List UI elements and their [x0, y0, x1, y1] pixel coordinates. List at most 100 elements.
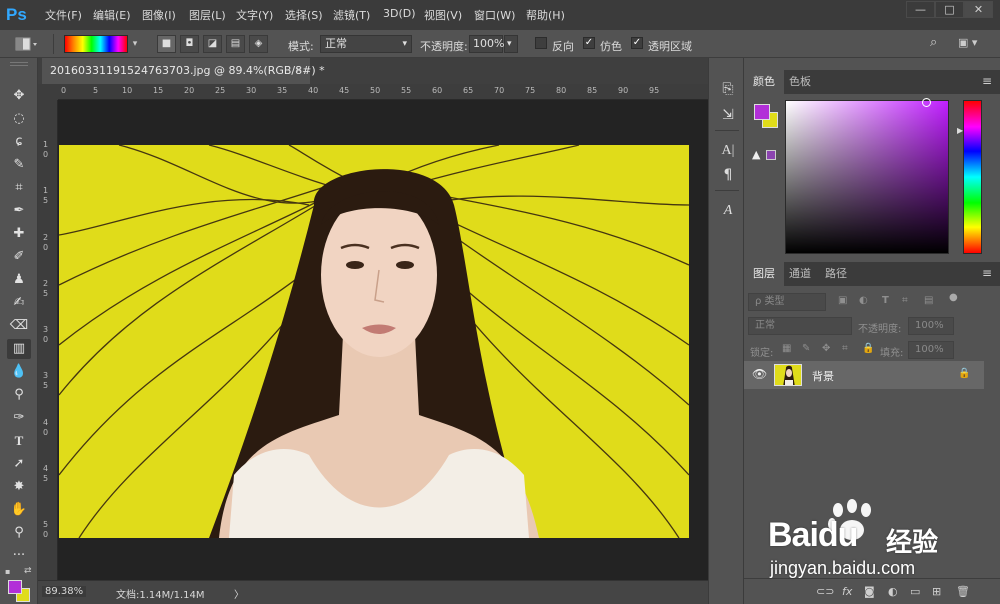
document-tab[interactable]: 20160331191524763703.jpg @ 89.4%(RGB/8#)…: [42, 58, 325, 84]
hand-tool-icon[interactable]: ✋: [7, 500, 31, 520]
color-picker-cursor[interactable]: [922, 98, 931, 107]
foreground-color-swatch[interactable]: [8, 580, 22, 594]
healing-brush-tool-icon[interactable]: ✚: [7, 224, 31, 244]
menu-window[interactable]: 窗口(W): [474, 7, 515, 23]
linear-gradient-button[interactable]: ■: [157, 35, 176, 53]
lock-artboard-icon[interactable]: ⌗: [842, 343, 848, 354]
tool-preset-picker[interactable]: [10, 34, 40, 54]
delete-layer-icon[interactable]: 🗑: [956, 585, 970, 598]
blend-mode-select[interactable]: 正常: [748, 317, 852, 335]
vertical-ruler[interactable]: 1 0 1 5 2 0 2 5 3 0 3 5 4 0 4 5 5 0: [38, 100, 58, 580]
more-tools-icon[interactable]: ···: [7, 546, 31, 566]
reverse-checkbox[interactable]: [535, 37, 547, 49]
mode-select[interactable]: 正常 ▾: [320, 35, 412, 53]
close-tab-icon[interactable]: ✕: [295, 58, 303, 84]
hue-slider-handle[interactable]: ▶: [957, 126, 963, 135]
filter-pixel-icon[interactable]: ▣: [838, 295, 847, 306]
panel-menu-icon[interactable]: ≡: [982, 266, 992, 280]
tab-swatches[interactable]: 色板: [780, 70, 820, 94]
zoom-level[interactable]: 89.38%: [42, 586, 87, 597]
eraser-tool-icon[interactable]: ⌫: [7, 316, 31, 336]
lock-image-icon[interactable]: ✎: [802, 343, 810, 354]
minimize-button[interactable]: —: [906, 1, 935, 18]
angle-gradient-button[interactable]: ◪: [203, 35, 222, 53]
gradient-picker[interactable]: [64, 35, 128, 53]
clone-stamp-tool-icon[interactable]: ♟: [7, 270, 31, 290]
eye-icon[interactable]: 👁: [752, 367, 767, 381]
reflected-gradient-button[interactable]: ▤: [226, 35, 245, 53]
panel-grip[interactable]: [10, 62, 28, 66]
chevron-down-icon[interactable]: ▾: [129, 35, 141, 53]
filter-adjustment-icon[interactable]: ◐: [859, 295, 868, 306]
gamut-color-swatch[interactable]: [766, 150, 776, 160]
menu-3d[interactable]: 3D(D): [383, 7, 416, 20]
new-layer-icon[interactable]: ⊞: [932, 585, 941, 598]
character-panel-icon[interactable]: A|: [717, 140, 739, 162]
color-picker-field[interactable]: [785, 98, 949, 254]
type-tool-icon[interactable]: T: [7, 431, 31, 451]
lasso-tool-icon[interactable]: ɕ: [7, 132, 31, 152]
layer-opacity-input[interactable]: 100%: [908, 317, 954, 335]
menu-file[interactable]: 文件(F): [45, 7, 82, 23]
custom-shape-tool-icon[interactable]: ✸: [7, 477, 31, 497]
tab-color[interactable]: 颜色: [744, 70, 784, 94]
menu-image[interactable]: 图像(I): [142, 7, 176, 23]
gradient-tool-icon[interactable]: ▥: [7, 339, 31, 359]
foreground-color-swatch[interactable]: [754, 104, 770, 120]
filter-shape-icon[interactable]: ⌗: [902, 295, 908, 306]
tab-channels[interactable]: 通道: [780, 262, 820, 286]
layer-filter-select[interactable]: ρ 类型: [748, 293, 826, 311]
crop-tool-icon[interactable]: ⌗: [7, 178, 31, 198]
opacity-input[interactable]: 100%: [469, 35, 504, 53]
paragraph-panel-icon[interactable]: ¶: [717, 164, 739, 186]
brush-tool-icon[interactable]: ✐: [7, 247, 31, 267]
horizontal-ruler[interactable]: 0 5 10 15 20 25 30 35 40 45 50 55 60 65 …: [58, 84, 708, 100]
layer-row-background[interactable]: 👁 背景 🔒: [744, 361, 984, 389]
new-adjustment-layer-icon[interactable]: ◐: [888, 585, 898, 598]
add-layer-style-icon[interactable]: fx: [842, 585, 852, 598]
link-layers-icon[interactable]: ⊂⊃: [816, 585, 834, 598]
history-panel-icon[interactable]: ⎘: [717, 78, 739, 100]
menu-help[interactable]: 帮助(H): [526, 7, 565, 23]
out-of-gamut-warning-icon[interactable]: ▲: [752, 148, 760, 161]
close-window-button[interactable]: ✕: [964, 1, 993, 18]
zoom-tool-icon[interactable]: ⚲: [7, 523, 31, 543]
menu-view[interactable]: 视图(V): [424, 7, 462, 23]
status-menu-arrow[interactable]: 〉: [234, 586, 244, 601]
path-selection-tool-icon[interactable]: ➚: [7, 454, 31, 474]
hue-slider[interactable]: [963, 100, 982, 254]
marquee-tool-icon[interactable]: ◌: [7, 109, 31, 129]
eyedropper-tool-icon[interactable]: ✒: [7, 201, 31, 221]
blur-tool-icon[interactable]: 💧: [7, 362, 31, 382]
swap-colors-icon[interactable]: ⇄: [24, 566, 32, 576]
fill-input[interactable]: 100%: [908, 341, 954, 359]
search-icon[interactable]: ⌕: [930, 35, 946, 51]
add-mask-icon[interactable]: ◙: [864, 585, 875, 598]
dodge-tool-icon[interactable]: ⚲: [7, 385, 31, 405]
filter-type-icon[interactable]: T: [882, 295, 889, 306]
menu-filter[interactable]: 滤镜(T): [333, 7, 370, 23]
menu-edit[interactable]: 编辑(E): [93, 7, 131, 23]
maximize-button[interactable]: □: [935, 1, 964, 18]
menu-select[interactable]: 选择(S): [285, 7, 323, 23]
lock-position-icon[interactable]: ✥: [822, 343, 830, 354]
dither-checkbox[interactable]: ✓: [583, 37, 595, 49]
workspace-switcher[interactable]: ▣ ▾: [958, 36, 992, 52]
history-brush-tool-icon[interactable]: ✍: [7, 293, 31, 313]
pen-tool-icon[interactable]: ✑: [7, 408, 31, 428]
panel-menu-icon[interactable]: ≡: [982, 74, 992, 88]
diamond-gradient-button[interactable]: ◈: [249, 35, 268, 53]
transparency-checkbox[interactable]: ✓: [631, 37, 643, 49]
radial-gradient-button[interactable]: ◘: [180, 35, 199, 53]
quick-selection-tool-icon[interactable]: ✎: [7, 155, 31, 175]
lock-transparent-icon[interactable]: ▦: [782, 343, 791, 354]
menu-type[interactable]: 文字(Y): [236, 7, 273, 23]
new-group-icon[interactable]: ▭: [910, 585, 920, 598]
move-tool-icon[interactable]: ✥: [7, 86, 31, 106]
tab-paths[interactable]: 路径: [816, 262, 856, 286]
default-colors-icon[interactable]: ▪: [5, 567, 10, 576]
tab-layers[interactable]: 图层: [744, 262, 784, 286]
canvas-image[interactable]: [59, 145, 689, 538]
layer-name[interactable]: 背景: [812, 368, 834, 384]
filter-toggle-icon[interactable]: ●: [949, 292, 958, 303]
